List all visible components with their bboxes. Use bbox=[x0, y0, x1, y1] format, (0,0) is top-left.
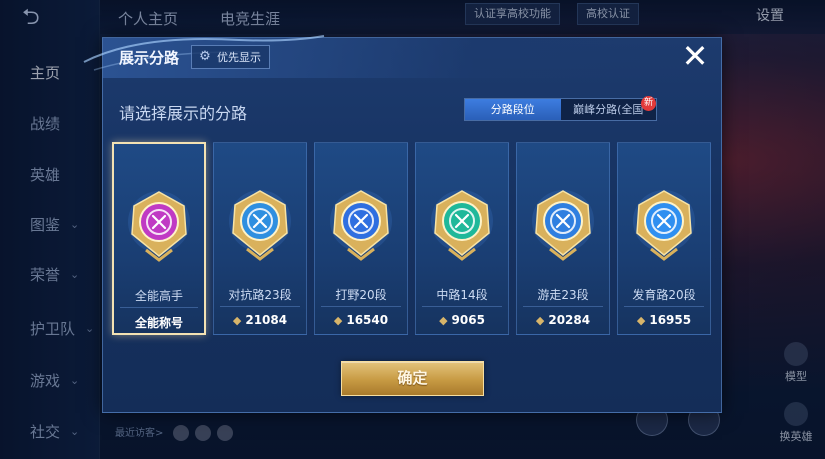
priority-display-label: 优先显示 bbox=[217, 51, 261, 64]
lane-card[interactable]: 发育路20段 ◆ 16955 bbox=[617, 142, 711, 335]
dialog-subtitle: 请选择展示的分路 bbox=[119, 104, 248, 123]
farm-lane-emblem-icon bbox=[633, 190, 695, 261]
priority-display-button[interactable]: ⚙ 优先显示 bbox=[191, 45, 270, 69]
jungle-emblem-icon bbox=[330, 190, 392, 261]
clash-lane-emblem-icon bbox=[229, 190, 291, 261]
peak-points-icon: ◆ bbox=[535, 314, 545, 327]
lane-card-value: ◆ 21084 bbox=[214, 313, 306, 327]
lane-card-value-text: 9065 bbox=[451, 313, 485, 327]
peak-points-icon: ◆ bbox=[333, 314, 343, 327]
all-round-emblem-icon bbox=[128, 191, 190, 262]
lane-card-value-text: 16955 bbox=[649, 313, 692, 327]
lane-card-value: ◆ 16955 bbox=[618, 313, 710, 327]
lane-card-label: 发育路20段 bbox=[632, 288, 696, 302]
peak-points-icon: ◆ bbox=[439, 314, 448, 327]
divider bbox=[624, 306, 704, 307]
lane-card-value-text: 20284 bbox=[548, 313, 591, 327]
lane-card-value-text: 全能称号 bbox=[134, 316, 183, 330]
gear-icon: ⚙ bbox=[199, 49, 211, 64]
lane-card-label: 中路14段 bbox=[436, 288, 488, 302]
lane-display-dialog: 展示分路 ⚙ 优先显示 请选择展示的分路 分路段位 巅峰分路(全国 新 全能高手… bbox=[83, 35, 722, 413]
lane-card[interactable]: 对抗路23段 ◆ 21084 bbox=[213, 142, 307, 335]
mode-toggle: 分路段位 巅峰分路(全国 bbox=[464, 98, 657, 121]
lane-card[interactable]: 打野20段 ◆ 16540 bbox=[314, 142, 408, 335]
lane-card-label: 全能高手 bbox=[134, 289, 183, 303]
lane-card-label: 游走23段 bbox=[537, 288, 589, 302]
roam-emblem-icon bbox=[532, 190, 594, 261]
lane-card-value: ◆ 9065 bbox=[416, 313, 508, 327]
lane-card-value: 全能称号 bbox=[114, 314, 204, 331]
lane-card[interactable]: 全能高手 全能称号 bbox=[112, 142, 206, 335]
peak-points-icon: ◆ bbox=[232, 314, 242, 327]
lane-card-list: 全能高手 全能称号 对抗路23段 ◆ 21084 打野20段 ◆ 16540 中路14段 ◆ 906… bbox=[112, 142, 714, 335]
divider bbox=[422, 306, 502, 307]
lane-card-label: 打野20段 bbox=[335, 288, 387, 302]
lane-card-value: ◆ 16540 bbox=[315, 313, 407, 327]
divider bbox=[220, 306, 300, 307]
dialog-title: 展示分路 bbox=[119, 49, 180, 67]
peak-points-icon: ◆ bbox=[636, 314, 646, 327]
lane-card[interactable]: 中路14段 ◆ 9065 bbox=[415, 142, 509, 335]
lane-card-label: 对抗路23段 bbox=[228, 288, 292, 302]
confirm-button[interactable]: 确定 bbox=[341, 361, 484, 396]
close-icon[interactable]: ✕ bbox=[678, 40, 712, 74]
new-badge: 新 bbox=[641, 96, 656, 111]
lane-card-value-text: 16540 bbox=[346, 313, 389, 327]
lane-card[interactable]: 游走23段 ◆ 20284 bbox=[516, 142, 610, 335]
lane-card-value: ◆ 20284 bbox=[517, 313, 609, 327]
divider bbox=[321, 306, 401, 307]
lane-card-value-text: 21084 bbox=[245, 313, 288, 327]
tab-lane-rank[interactable]: 分路段位 bbox=[465, 99, 561, 120]
divider bbox=[120, 307, 198, 308]
mid-lane-emblem-icon bbox=[431, 190, 493, 261]
divider bbox=[523, 306, 603, 307]
